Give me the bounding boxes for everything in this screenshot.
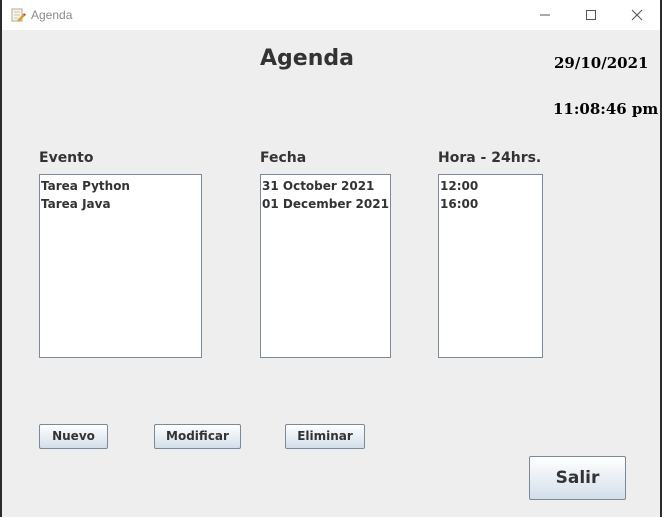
evento-list[interactable]: Tarea Python Tarea Java xyxy=(39,174,202,358)
close-button[interactable] xyxy=(614,0,660,30)
maximize-icon xyxy=(586,10,596,20)
list-item[interactable]: Tarea Python xyxy=(41,177,201,195)
eliminar-button[interactable]: Eliminar xyxy=(285,424,365,449)
minimize-button[interactable] xyxy=(522,0,568,30)
list-item[interactable]: 01 December 2021 xyxy=(262,195,390,213)
hora-list[interactable]: 12:00 16:00 xyxy=(438,174,543,358)
agenda-window: Agenda Agenda 29/10/2021 11:08:46 pm Eve… xyxy=(2,0,660,517)
page-title: Agenda xyxy=(260,46,354,71)
modificar-button[interactable]: Modificar xyxy=(154,424,241,449)
nuevo-button[interactable]: Nuevo xyxy=(39,424,108,449)
fecha-label: Fecha xyxy=(260,150,307,166)
list-item[interactable]: Tarea Java xyxy=(41,195,201,213)
list-item[interactable]: 12:00 xyxy=(440,177,542,195)
fecha-list[interactable]: 31 October 2021 01 December 2021 xyxy=(260,174,391,358)
window-title: Agenda xyxy=(31,8,73,22)
evento-label: Evento xyxy=(39,150,94,166)
minimize-icon xyxy=(540,14,550,16)
notepad-pencil-icon xyxy=(10,7,26,23)
current-time: 11:08:46 pm xyxy=(553,100,659,118)
hora-label: Hora - 24hrs. xyxy=(438,150,542,166)
close-icon xyxy=(631,9,643,21)
list-item[interactable]: 31 October 2021 xyxy=(262,177,390,195)
list-item[interactable]: 16:00 xyxy=(440,195,542,213)
salir-button[interactable]: Salir xyxy=(529,456,626,500)
title-bar[interactable]: Agenda xyxy=(2,0,660,30)
maximize-button[interactable] xyxy=(568,0,614,30)
current-date: 29/10/2021 xyxy=(554,54,649,72)
